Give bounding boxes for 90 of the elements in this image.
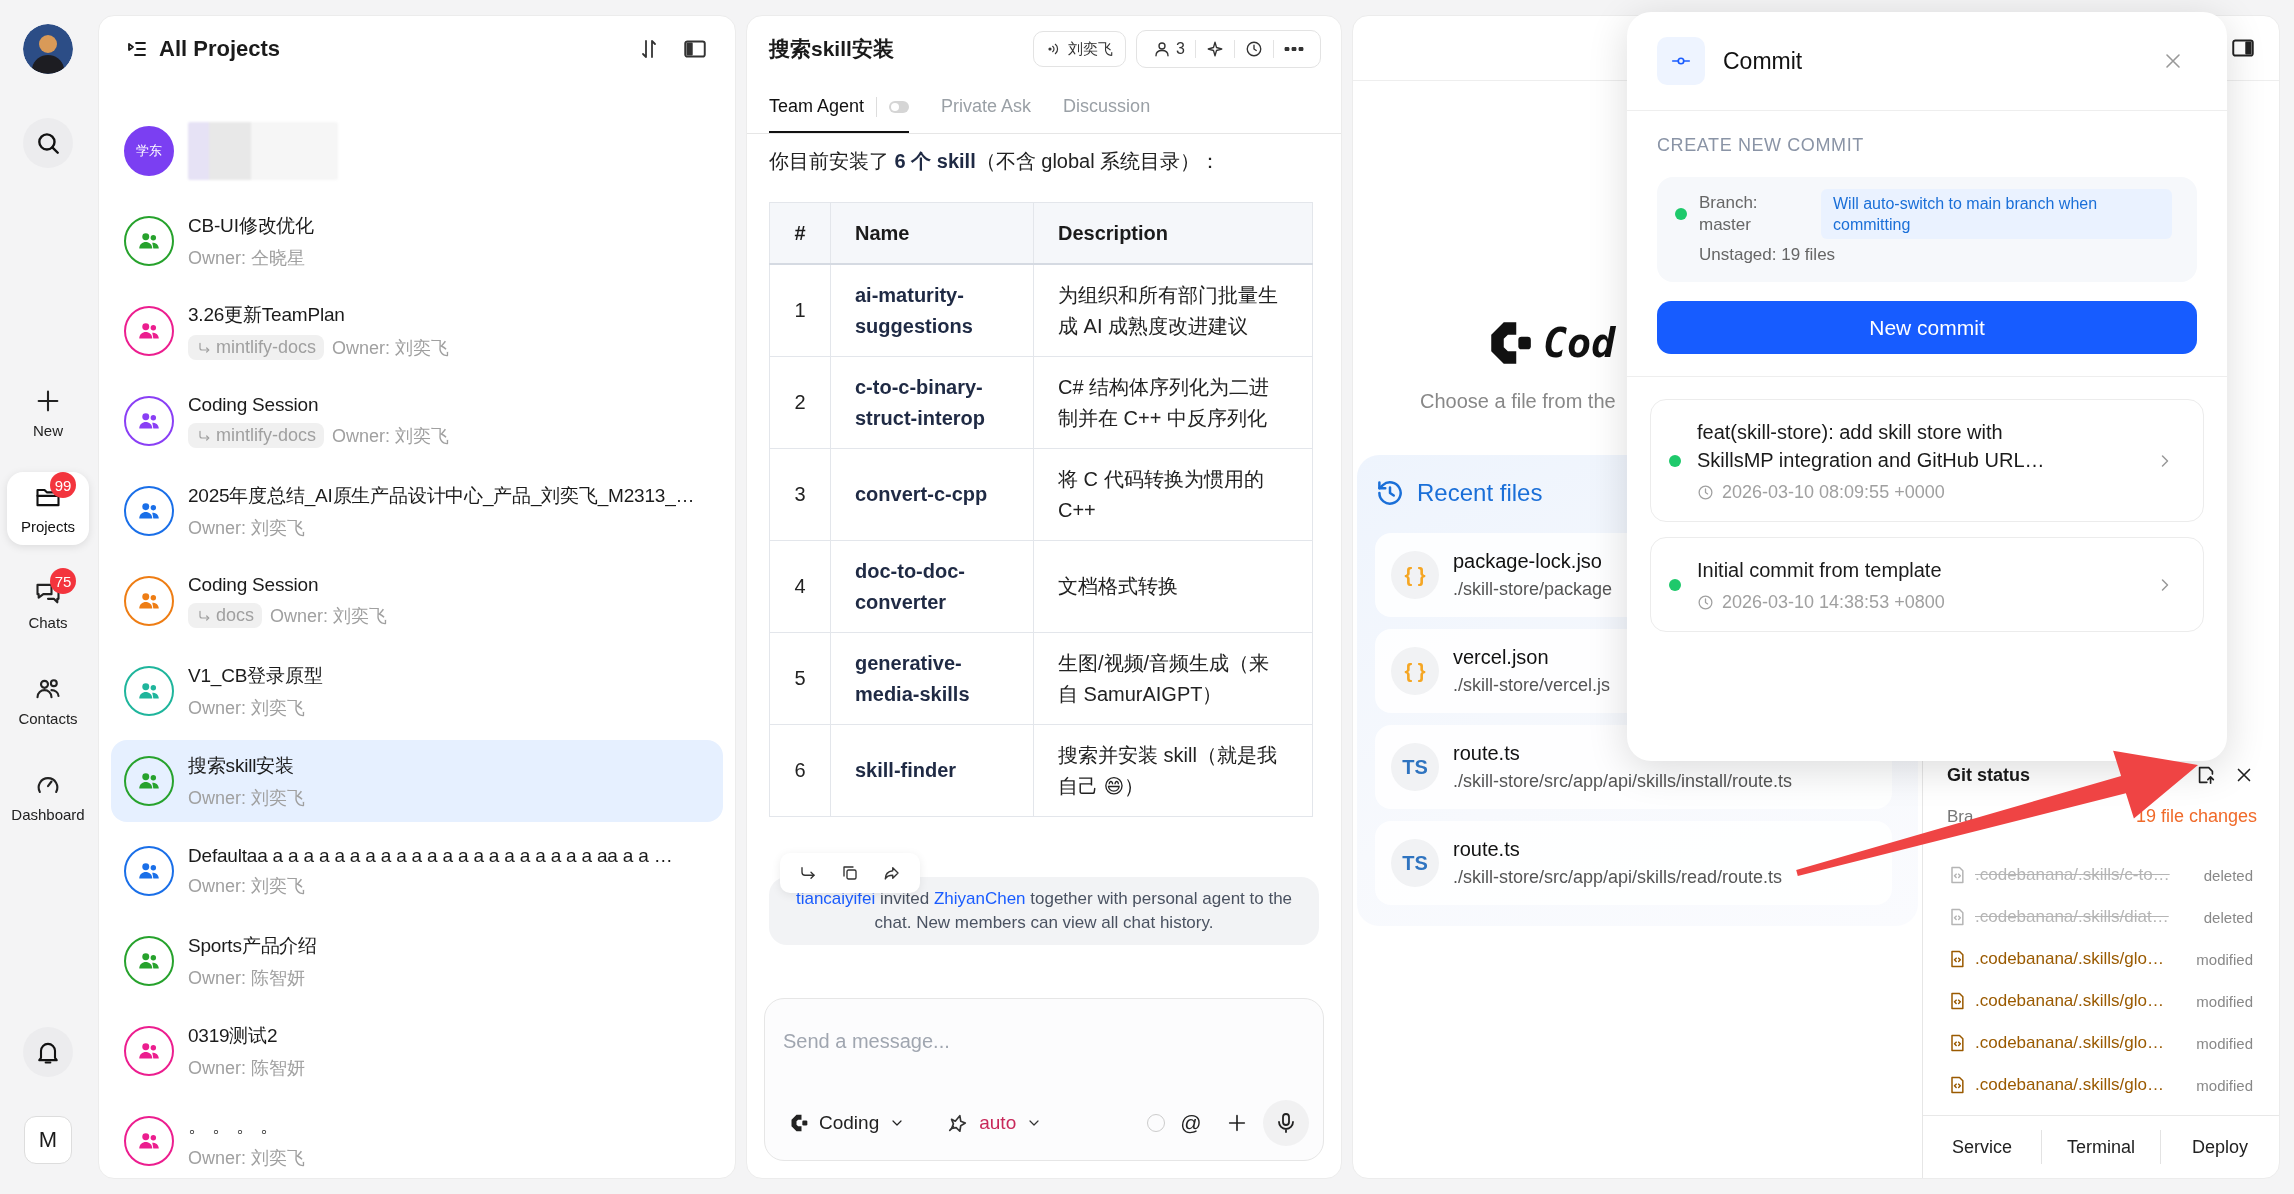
section-label: CREATE NEW COMMIT — [1657, 134, 1865, 157]
table-cell: 3 — [769, 448, 831, 541]
project-avatar: 学东 — [124, 126, 174, 176]
file-status: modified — [2196, 992, 2253, 1010]
table-cell: 生图/视频/音频生成（来自 SamurAIGPT） — [1033, 632, 1313, 725]
project-title: 3.26更新TeamPlan — [188, 303, 346, 327]
repo-name: mintlify-docs — [216, 337, 317, 358]
file-path: ./skill-store/src/app/api/skills/read/route.ts — [1453, 867, 1783, 888]
file-status: deleted — [2203, 908, 2253, 926]
file-name: package-lock.jso — [1453, 550, 1603, 573]
table-cell: 搜索并安装 skill（就是我自己 😄） — [1033, 724, 1313, 817]
file-type-icon: { } — [1391, 647, 1439, 695]
owner-label: Owner: 刘奕飞 — [188, 786, 306, 810]
file-status: deleted — [2203, 866, 2253, 884]
file-status: modified — [2196, 1034, 2253, 1052]
table-cell: 为组织和所有部门批量生成 AI 成熟度改进建议 — [1033, 264, 1313, 357]
table-cell: 5 — [769, 632, 831, 725]
file-path: .codebanana/.skills/diat… — [1975, 907, 2170, 927]
count-badge: 75 — [50, 568, 76, 594]
repo-name: docs — [216, 605, 255, 626]
owner-label: Owner: 刘奕飞 — [188, 516, 306, 540]
commit-message: Initial commit from template — [1697, 558, 1943, 583]
owner-label: Owner: 刘奕飞 — [188, 1146, 306, 1170]
table-cell: c-to-c-binary-struct-interop — [830, 356, 1034, 449]
file-name: route.ts — [1453, 838, 1521, 861]
owner-label: Owner: 陈智妍 — [188, 966, 306, 990]
table-cell: doc-to-doc-converter — [830, 540, 1034, 633]
owner-label: Owner: 陈智妍 — [188, 1056, 306, 1080]
file-type-icon: TS — [1391, 743, 1439, 791]
project-title: 2025年度总结_AI原生产品设计中心_产品_刘奕飞_M2313_… — [188, 483, 696, 509]
table-cell: skill-finder — [830, 724, 1034, 817]
file-path: .codebanana/.skills/glo… — [1975, 949, 2165, 969]
project-title: Defaultaa a a a a a a a a a a a a a a a a a a a a a aa a a … — [188, 844, 674, 867]
table-cell: 文档格式转换 — [1033, 540, 1313, 633]
table-cell: 将 C 代码转换为惯用的 C++ — [1033, 448, 1313, 541]
system-notice: tiancaiyifei invited ZhiyanChen together with personal agent to the chat. New members can view all chat history. — [769, 877, 1319, 945]
project-title: Coding Session — [188, 394, 320, 416]
owner-label: Owner: 刘奕飞 — [188, 696, 306, 720]
chat-title: 搜索skill安装 — [769, 36, 895, 62]
column-header: # — [769, 202, 831, 264]
file-type-icon: TS — [1391, 839, 1439, 887]
empty-hint: Choose a file from the — [1420, 390, 1617, 413]
count-badge: 99 — [50, 472, 76, 498]
git-title: Git status — [1947, 764, 2031, 786]
file-path: ./skill-store/src/app/api/skills/install/route.ts — [1453, 771, 1793, 792]
table-cell: convert-c-cpp — [830, 448, 1034, 541]
project-title: 搜索skill安装 — [188, 753, 295, 778]
file-path: ./skill-store/package — [1453, 579, 1613, 600]
file-path: .codebanana/.skills/glo… — [1975, 991, 2165, 1011]
file-name: vercel.json — [1453, 646, 1550, 669]
column-header: Description — [1033, 202, 1313, 264]
table-cell: 4 — [769, 540, 831, 633]
owner-label: Owner: 刘奕飞 — [332, 424, 450, 448]
owner-label: Owner: 刘奕飞 — [270, 604, 388, 628]
file-status: modified — [2196, 1076, 2253, 1094]
file-path: ./skill-store/vercel.js — [1453, 675, 1611, 696]
branch-label: Branch: master — [1699, 192, 1759, 236]
owner-label: Owner: 刘奕飞 — [188, 874, 306, 898]
project-title: Sports产品介绍 — [188, 933, 318, 958]
file-path: .codebanana/.skills/glo… — [1975, 1033, 2165, 1053]
message-text: 你目前安装了 6 个 skill（不含 global 系统目录）： — [769, 149, 1222, 174]
table-cell: 1 — [769, 264, 831, 357]
table-cell: generative-media-skills — [830, 632, 1034, 725]
file-path: .codebanana/.skills/c-to… — [1975, 865, 2171, 885]
info-note: Will auto-switch to main branch when committing — [1821, 189, 2172, 239]
project-title: Coding Session — [188, 574, 320, 596]
project-title: 0319测试2 — [188, 1023, 279, 1048]
file-path: .codebanana/.skills/glo… — [1975, 1075, 2165, 1095]
owner-label: Owner: 刘奕飞 — [332, 336, 450, 360]
file-type-icon: { } — [1391, 551, 1439, 599]
file-status: modified — [2196, 950, 2253, 968]
commit-time: 2026-03-10 08:09:55 +0000 — [1722, 482, 1945, 503]
dialog-title: Commit — [1723, 47, 1804, 75]
unstaged-count: Unstaged: 19 files — [1699, 245, 1837, 265]
owner-label: Owner: 仝晓星 — [188, 246, 306, 270]
column-header: Name — [830, 202, 1034, 264]
panel-title: All Projects — [159, 36, 282, 62]
project-title: V1_CB登录原型 — [188, 663, 324, 689]
section-title: Recent files — [1417, 479, 1543, 507]
table-cell: 2 — [769, 356, 831, 449]
repo-name: mintlify-docs — [216, 425, 317, 446]
table-cell: ai-maturity-suggestions — [830, 264, 1034, 357]
project-title: 。 。 。 。 — [188, 1113, 280, 1138]
project-title: CB-UI修改优化 — [188, 213, 315, 238]
file-name: route.ts — [1453, 742, 1521, 765]
table-cell: 6 — [769, 724, 831, 817]
logo-text: Cod — [1543, 320, 1616, 366]
table-cell: C# 结构体序列化为二进制并在 C++ 中反序列化 — [1033, 356, 1313, 449]
commit-message: feat(skill-store): add skill store with SkillsMP integration and GitHub URL… — [1697, 420, 2046, 473]
commit-time: 2026-03-10 14:38:53 +0800 — [1722, 592, 1945, 613]
